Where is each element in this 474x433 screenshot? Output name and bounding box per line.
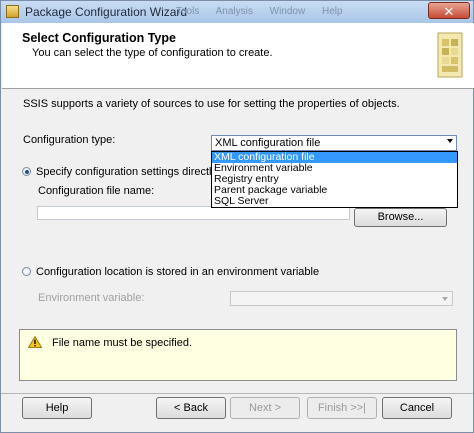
file-name-label: Configuration file name: bbox=[38, 185, 155, 197]
background-menu: Tools Analysis Window Help bbox=[176, 6, 357, 17]
validation-message-panel: File name must be specified. bbox=[19, 329, 457, 381]
warning-icon bbox=[28, 336, 42, 348]
footer-divider bbox=[1, 393, 473, 394]
environment-variable-radio[interactable] bbox=[22, 267, 31, 276]
validation-message: File name must be specified. bbox=[52, 337, 193, 349]
specify-directly-label[interactable]: Specify configuration settings directly bbox=[36, 166, 217, 178]
configuration-type-dropdown: XML configuration file Environment varia… bbox=[211, 151, 458, 208]
background-menu-item: Help bbox=[321, 6, 343, 17]
chevron-down-icon[interactable] bbox=[442, 297, 448, 301]
environment-variable-option-label[interactable]: Configuration location is stored in an e… bbox=[36, 266, 319, 278]
specify-directly-radio[interactable] bbox=[22, 167, 31, 176]
browse-button[interactable]: Browse... bbox=[354, 208, 447, 227]
cancel-button[interactable]: Cancel bbox=[382, 397, 452, 419]
page-subtitle: You can select the type of configuration… bbox=[32, 47, 273, 59]
configuration-type-select[interactable]: XML configuration file bbox=[211, 135, 457, 151]
configuration-type-value: XML configuration file bbox=[215, 137, 321, 149]
page-title: Select Configuration Type bbox=[22, 31, 176, 45]
help-button[interactable]: Help bbox=[22, 397, 92, 419]
configuration-type-label: Configuration type: bbox=[23, 134, 116, 146]
environment-variable-select[interactable] bbox=[230, 291, 453, 306]
dropdown-option[interactable]: SQL Server bbox=[212, 196, 457, 207]
background-menu-item: Window bbox=[269, 6, 306, 17]
wizard-header: Select Configuration Type You can select… bbox=[2, 23, 474, 89]
next-button[interactable]: Next > bbox=[230, 397, 300, 419]
environment-variable-label: Environment variable: bbox=[38, 292, 145, 304]
close-button[interactable]: ✕ bbox=[428, 2, 470, 19]
background-menu-item: Tools bbox=[176, 6, 200, 17]
back-button[interactable]: < Back bbox=[156, 397, 226, 419]
title-bar[interactable]: Package Configuration Wizard Tools Analy… bbox=[1, 1, 473, 23]
file-name-input[interactable] bbox=[37, 206, 350, 220]
wizard-app-icon bbox=[6, 5, 19, 18]
finish-button[interactable]: Finish >>| bbox=[307, 397, 377, 419]
wizard-window: Package Configuration Wizard Tools Analy… bbox=[0, 0, 474, 433]
wizard-graphic-icon bbox=[437, 32, 463, 78]
description-text: SSIS supports a variety of sources to us… bbox=[23, 98, 400, 110]
chevron-down-icon[interactable] bbox=[447, 139, 453, 143]
window-title: Package Configuration Wizard bbox=[25, 5, 188, 19]
background-menu-item: Analysis bbox=[215, 6, 253, 17]
